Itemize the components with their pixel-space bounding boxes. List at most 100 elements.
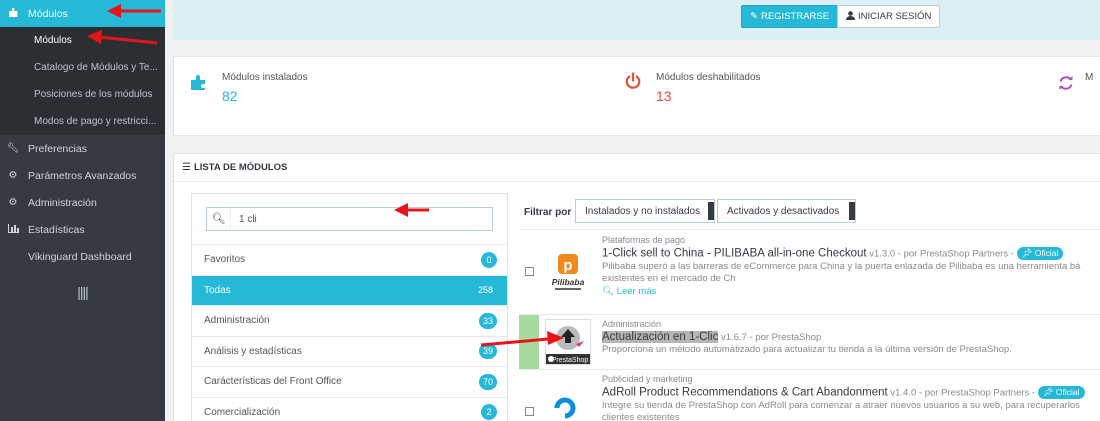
category-list: 🔍︎ Favoritos 0 Todas 258 Administración … xyxy=(191,193,508,421)
module-description-line: existentes en el mercado de Ch xyxy=(602,273,736,284)
search-input[interactable] xyxy=(231,209,481,229)
filter-label: Filtrar por xyxy=(524,207,572,218)
search-icon: 🔍︎ xyxy=(207,208,231,230)
annotation-arrow xyxy=(87,30,158,45)
module-rows: p Pilibaba Plataformas de pago 1-Click s… xyxy=(519,229,1100,421)
search-row: 🔍︎ xyxy=(192,194,507,244)
module-name: 1-Click sell to China - PILIBABA all-in-… xyxy=(602,247,867,260)
sidebar-item-label: Vikinguard Dashboard xyxy=(28,250,132,263)
module-list-panel: ☰ LISTA DE MÓDULOS 🔍︎ Favoritos 0 Todas … xyxy=(173,153,1100,421)
top-banner: ✎ REGISTRARSE INICIAR SESIÓN xyxy=(173,0,1100,40)
svg-text:Pilibaba: Pilibaba xyxy=(552,277,585,287)
bar-chart-icon xyxy=(6,223,20,236)
adroll-logo xyxy=(545,392,591,421)
kpi-label: Módulos deshabilitados xyxy=(656,72,761,83)
sidebar-item-preferences[interactable]: 🔧︎ Preferencias xyxy=(0,135,165,162)
read-more-label: Leer más xyxy=(616,286,657,297)
register-button[interactable]: ✎ REGISTRARSE xyxy=(741,5,839,28)
sidebar-item-label: Administración xyxy=(28,196,97,209)
module-row[interactable]: Publicidad y marketing AdRoll Product Re… xyxy=(519,369,1100,421)
search-icon: 🔍︎ xyxy=(602,286,615,297)
module-checkbox[interactable] xyxy=(525,267,534,276)
sidebar-collapse-toggle[interactable]: |||| xyxy=(0,284,165,300)
module-checkbox-cell xyxy=(519,230,539,314)
category-front-office[interactable]: Carácterísticas del Front Office 70 xyxy=(192,366,507,397)
category-favorites[interactable]: Favoritos 0 xyxy=(192,244,507,275)
module-name: AdRoll Product Recommendations & Cart Ab… xyxy=(602,386,888,399)
category-label: Carácterísticas del Front Office xyxy=(204,376,342,388)
category-count-badge: 2 xyxy=(481,404,497,421)
kpi-updates[interactable]: M xyxy=(1058,57,1100,137)
module-category: Administración xyxy=(602,319,662,329)
category-label: Favoritos xyxy=(204,254,246,266)
module-name: Actualización en 1-Clic xyxy=(602,331,719,343)
sidebar-subitem-label: Posiciones de los módulos xyxy=(34,89,153,100)
login-button-label: INICIAR SESIÓN xyxy=(858,11,932,22)
module-checkbox-cell xyxy=(519,370,539,421)
sidebar-item-administration[interactable]: ⚙︎ Administración xyxy=(0,189,165,216)
read-more-link[interactable]: 🔍︎ Leer más xyxy=(602,286,1100,297)
sidebar: Módulos Módulos Catalogo de Módulos y Te… xyxy=(0,0,165,421)
sidebar-subitem-label: Catalogo de Módulos y Te... xyxy=(34,62,158,73)
wrench-icon: 🔧︎ xyxy=(6,143,20,154)
sidebar-item-vikinguard[interactable]: Vikinguard Dashboard xyxy=(0,243,165,270)
sidebar-subitem-positions[interactable]: Posiciones de los módulos xyxy=(0,81,165,108)
module-description: Proporciona un método automatizado para … xyxy=(602,344,1012,355)
power-icon xyxy=(624,72,642,93)
sidebar-subitem-payment[interactable]: Modos de pago y restricci... xyxy=(0,108,165,135)
annotation-arrow xyxy=(394,203,429,217)
chevron-down-icon xyxy=(849,202,855,220)
sidebar-item-stats[interactable]: Estadísticas xyxy=(0,216,165,243)
category-label: Análisis y estadísticas xyxy=(204,345,302,357)
category-marketing[interactable]: Comercialización 2 xyxy=(192,396,507,421)
kpi-installed[interactable]: Módulos instalados 82 xyxy=(190,57,490,137)
module-title: AdRoll Product Recommendations & Cart Ab… xyxy=(602,386,1100,399)
sidebar-subitem-label: Modos de pago y restricci... xyxy=(34,116,157,127)
kpi-disabled[interactable]: Módulos deshabilitados 13 xyxy=(624,57,924,137)
module-meta: v1.4.0 - por PrestaShop Partners - xyxy=(887,387,1038,399)
category-count-badge: 70 xyxy=(478,373,497,390)
module-description-line: clientes existentes xyxy=(602,412,680,421)
sidebar-item-label: Módulos xyxy=(28,7,68,20)
module-description-line: Pilibaba superó a las barreras de eComme… xyxy=(602,261,1081,272)
module-title: 1-Click sell to China - PILIBABA all-in-… xyxy=(602,247,1100,260)
search-box: 🔍︎ xyxy=(206,207,493,231)
refresh-icon xyxy=(1058,75,1074,94)
module-meta: v1.6.7 - por PrestaShop xyxy=(718,332,822,343)
annotation-arrow xyxy=(480,331,564,347)
module-description: Integre su tienda de PrestaShop con AdRo… xyxy=(602,400,1100,421)
install-filter-select[interactable]: Instalados y no instalados xyxy=(575,199,715,223)
category-all[interactable]: Todas 258 xyxy=(192,274,507,305)
category-label: Comercialización xyxy=(204,406,281,418)
module-meta: v1.3.0 - por PrestaShop Partners - xyxy=(866,248,1017,260)
register-button-label: REGISTRARSE xyxy=(760,11,830,22)
sidebar-subitem-catalog[interactable]: Catalogo de Módulos y Te... xyxy=(0,54,165,81)
category-administration[interactable]: Administración 33 xyxy=(192,305,507,336)
module-info: Administración Actualización en 1-Clic v… xyxy=(602,319,1100,356)
category-label: Administración xyxy=(204,315,270,327)
svg-text:PrestaShop: PrestaShop xyxy=(552,357,589,364)
module-row[interactable]: p Pilibaba Plataformas de pago 1-Click s… xyxy=(519,229,1100,314)
category-count-badge: 33 xyxy=(478,312,497,329)
module-checkbox[interactable] xyxy=(525,407,534,416)
category-count-badge: 0 xyxy=(481,251,497,268)
category-analytics[interactable]: Análisis y estadísticas 39 xyxy=(192,335,507,367)
puzzle-icon xyxy=(6,7,20,21)
sidebar-item-advanced[interactable]: ⚙︎ Parámetros Avanzados xyxy=(0,162,165,189)
user-icon xyxy=(846,10,855,23)
install-filter-value: Instalados y no instalados xyxy=(585,205,701,217)
kpi-label: Módulos instalados xyxy=(222,72,308,83)
sidebar-item-label: Estadísticas xyxy=(28,223,85,236)
active-filter-select[interactable]: Activados y desactivados xyxy=(717,199,856,223)
module-row[interactable]: PrestaShop Administración Actualización … xyxy=(519,314,1100,369)
svg-text:p: p xyxy=(563,257,572,274)
login-button[interactable]: INICIAR SESIÓN xyxy=(837,5,941,28)
gear-icon: ⚙︎ xyxy=(8,197,18,208)
pilibaba-logo: p Pilibaba xyxy=(545,248,591,294)
module-title: Actualización en 1-Clic v1.6.7 - por Pre… xyxy=(602,331,1100,343)
module-category: Plataformas de pago xyxy=(602,235,686,245)
kpi-value: 13 xyxy=(656,88,672,104)
kpi-row: Módulos instalados 82 Módulos deshabilit… xyxy=(173,56,1100,136)
official-badge-label: Oficial xyxy=(1055,387,1080,397)
active-filter-value: Activados y desactivados xyxy=(727,205,840,217)
